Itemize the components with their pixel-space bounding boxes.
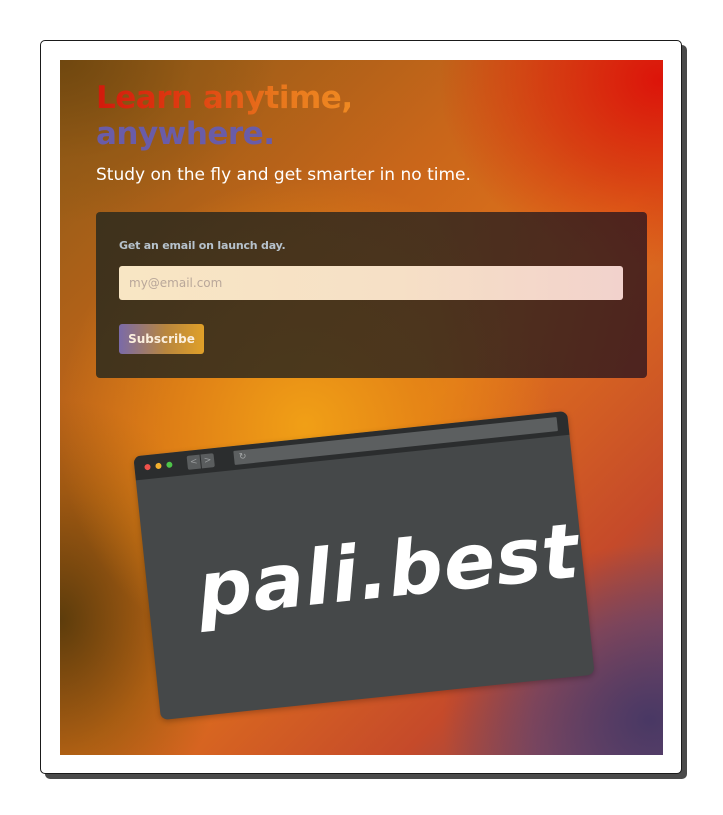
signup-label: Get an email on launch day.: [119, 239, 286, 252]
browser-toolbar: < > ↻: [133, 410, 570, 481]
window-close-dot: [144, 463, 151, 471]
back-arrow-icon: <: [186, 454, 201, 470]
brand-wordmark: pali.best: [193, 505, 584, 635]
browser-mockup: < > ↻ pali.best: [133, 410, 595, 721]
hero-headline: Learn anytime, anywhere.: [96, 80, 353, 152]
window-minimize-dot: [155, 462, 162, 470]
email-input[interactable]: [119, 266, 623, 300]
forward-arrow-icon: >: [200, 453, 215, 469]
signup-card: Get an email on launch day. Subscribe: [96, 212, 647, 378]
window-maximize-dot: [166, 461, 173, 469]
subscribe-button[interactable]: Subscribe: [119, 324, 204, 354]
headline-line-1: Learn anytime,: [96, 80, 353, 116]
reload-icon: ↻: [238, 451, 248, 463]
headline-line-2: anywhere.: [96, 116, 275, 152]
hero-section: Learn anytime, anywhere. Study on the fl…: [60, 60, 663, 755]
hero-subtitle: Study on the fly and get smarter in no t…: [96, 165, 471, 185]
address-bar: [233, 417, 559, 465]
